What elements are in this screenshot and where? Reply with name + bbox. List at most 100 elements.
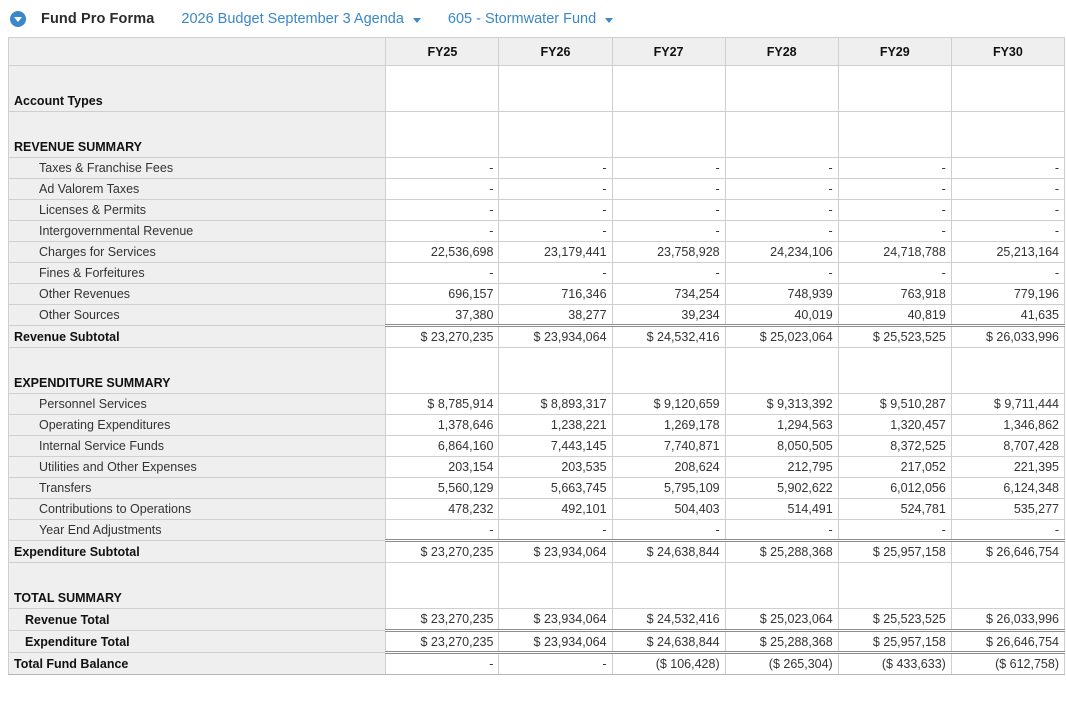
cell: -: [951, 200, 1064, 221]
cell: $ 9,120,659: [612, 394, 725, 415]
cell: 212,795: [725, 457, 838, 478]
cell: $ 24,532,416: [612, 326, 725, 348]
table-row: Revenue Subtotal$ 23,270,235$ 23,934,064…: [9, 326, 1065, 348]
cell: $ 23,934,064: [499, 541, 612, 563]
row-label: Other Revenues: [9, 284, 386, 305]
cell: [725, 348, 838, 394]
budget-dropdown-label: 2026 Budget September 3 Agenda: [181, 11, 404, 27]
cell: $ 23,270,235: [386, 326, 499, 348]
cell: -: [386, 158, 499, 179]
row-label: Account Types: [9, 66, 386, 112]
cell: 1,378,646: [386, 415, 499, 436]
cell: -: [386, 263, 499, 284]
budget-dropdown[interactable]: 2026 Budget September 3 Agenda: [181, 11, 421, 27]
cell: [725, 66, 838, 112]
cell: 478,232: [386, 499, 499, 520]
cell: $ 23,934,064: [499, 631, 612, 653]
cell: 1,238,221: [499, 415, 612, 436]
column-header-fy30: FY30: [951, 38, 1064, 66]
cell: [499, 563, 612, 609]
cell: [499, 112, 612, 158]
cell: 7,740,871: [612, 436, 725, 457]
cell: 38,277: [499, 305, 612, 326]
cell: 763,918: [838, 284, 951, 305]
cell: 1,294,563: [725, 415, 838, 436]
cell: [612, 348, 725, 394]
page-title: Fund Pro Forma: [41, 11, 154, 27]
cell: [951, 563, 1064, 609]
cell: -: [725, 179, 838, 200]
column-header-row: FY25FY26FY27FY28FY29FY30: [9, 38, 1065, 66]
cell: 1,320,457: [838, 415, 951, 436]
cell: [838, 563, 951, 609]
fund-pro-forma-table: FY25FY26FY27FY28FY29FY30 Account TypesRE…: [8, 37, 1065, 675]
column-header-fy29: FY29: [838, 38, 951, 66]
fund-dropdown[interactable]: 605 - Stormwater Fund: [448, 11, 613, 27]
cell: 1,346,862: [951, 415, 1064, 436]
cell: 23,758,928: [612, 242, 725, 263]
table-row: Taxes & Franchise Fees------: [9, 158, 1065, 179]
cell: 39,234: [612, 305, 725, 326]
cell: $ 25,957,158: [838, 631, 951, 653]
cell: 535,277: [951, 499, 1064, 520]
chevron-down-icon: [413, 18, 421, 23]
cell: 8,707,428: [951, 436, 1064, 457]
cell: $ 23,934,064: [499, 326, 612, 348]
cell: $ 23,270,235: [386, 541, 499, 563]
cell: [499, 348, 612, 394]
table-row: Utilities and Other Expenses203,154203,5…: [9, 457, 1065, 478]
toolbar: Fund Pro Forma 2026 Budget September 3 A…: [0, 0, 1066, 34]
row-label: Other Sources: [9, 305, 386, 326]
fund-dropdown-label: 605 - Stormwater Fund: [448, 11, 596, 27]
table-row: Expenditure Subtotal$ 23,270,235$ 23,934…: [9, 541, 1065, 563]
cell: 5,560,129: [386, 478, 499, 499]
cell: -: [725, 200, 838, 221]
cell: 5,795,109: [612, 478, 725, 499]
table-row: REVENUE SUMMARY: [9, 112, 1065, 158]
table-row: Operating Expenditures1,378,6461,238,221…: [9, 415, 1065, 436]
row-label: Intergovernmental Revenue: [9, 221, 386, 242]
cell: -: [499, 221, 612, 242]
cell: 8,050,505: [725, 436, 838, 457]
column-header-fy27: FY27: [612, 38, 725, 66]
table-row: EXPENDITURE SUMMARY: [9, 348, 1065, 394]
cell: -: [386, 520, 499, 541]
cell: $ 25,523,525: [838, 609, 951, 631]
cell: -: [499, 158, 612, 179]
cell: $ 8,785,914: [386, 394, 499, 415]
cell: 203,154: [386, 457, 499, 478]
cell: $ 9,313,392: [725, 394, 838, 415]
cell: -: [725, 158, 838, 179]
cell: 40,819: [838, 305, 951, 326]
cell: [612, 563, 725, 609]
table-row: Personnel Services$ 8,785,914$ 8,893,317…: [9, 394, 1065, 415]
chevron-down-icon: [605, 18, 613, 23]
cell: 8,372,525: [838, 436, 951, 457]
cell: 6,864,160: [386, 436, 499, 457]
cell: 504,403: [612, 499, 725, 520]
table-row: Expenditure Total$ 23,270,235$ 23,934,06…: [9, 631, 1065, 653]
cell: -: [499, 653, 612, 675]
row-label: Revenue Total: [9, 609, 386, 631]
cell: $ 23,270,235: [386, 631, 499, 653]
cell: -: [612, 200, 725, 221]
cell: $ 25,288,368: [725, 631, 838, 653]
table-row: Other Revenues696,157716,346734,254748,9…: [9, 284, 1065, 305]
cell: [951, 348, 1064, 394]
chevron-down-icon: [14, 17, 22, 22]
collapse-toggle-icon[interactable]: [10, 11, 26, 27]
cell: $ 25,957,158: [838, 541, 951, 563]
row-label: Transfers: [9, 478, 386, 499]
cell: -: [499, 200, 612, 221]
table-row: TOTAL SUMMARY: [9, 563, 1065, 609]
cell: 24,234,106: [725, 242, 838, 263]
table-row: Licenses & Permits------: [9, 200, 1065, 221]
table-row: Other Sources37,38038,27739,23440,01940,…: [9, 305, 1065, 326]
cell: 208,624: [612, 457, 725, 478]
row-label: Ad Valorem Taxes: [9, 179, 386, 200]
cell: $ 26,646,754: [951, 541, 1064, 563]
cell: [838, 112, 951, 158]
cell: 23,179,441: [499, 242, 612, 263]
cell: $ 23,934,064: [499, 609, 612, 631]
table-row: Contributions to Operations478,232492,10…: [9, 499, 1065, 520]
